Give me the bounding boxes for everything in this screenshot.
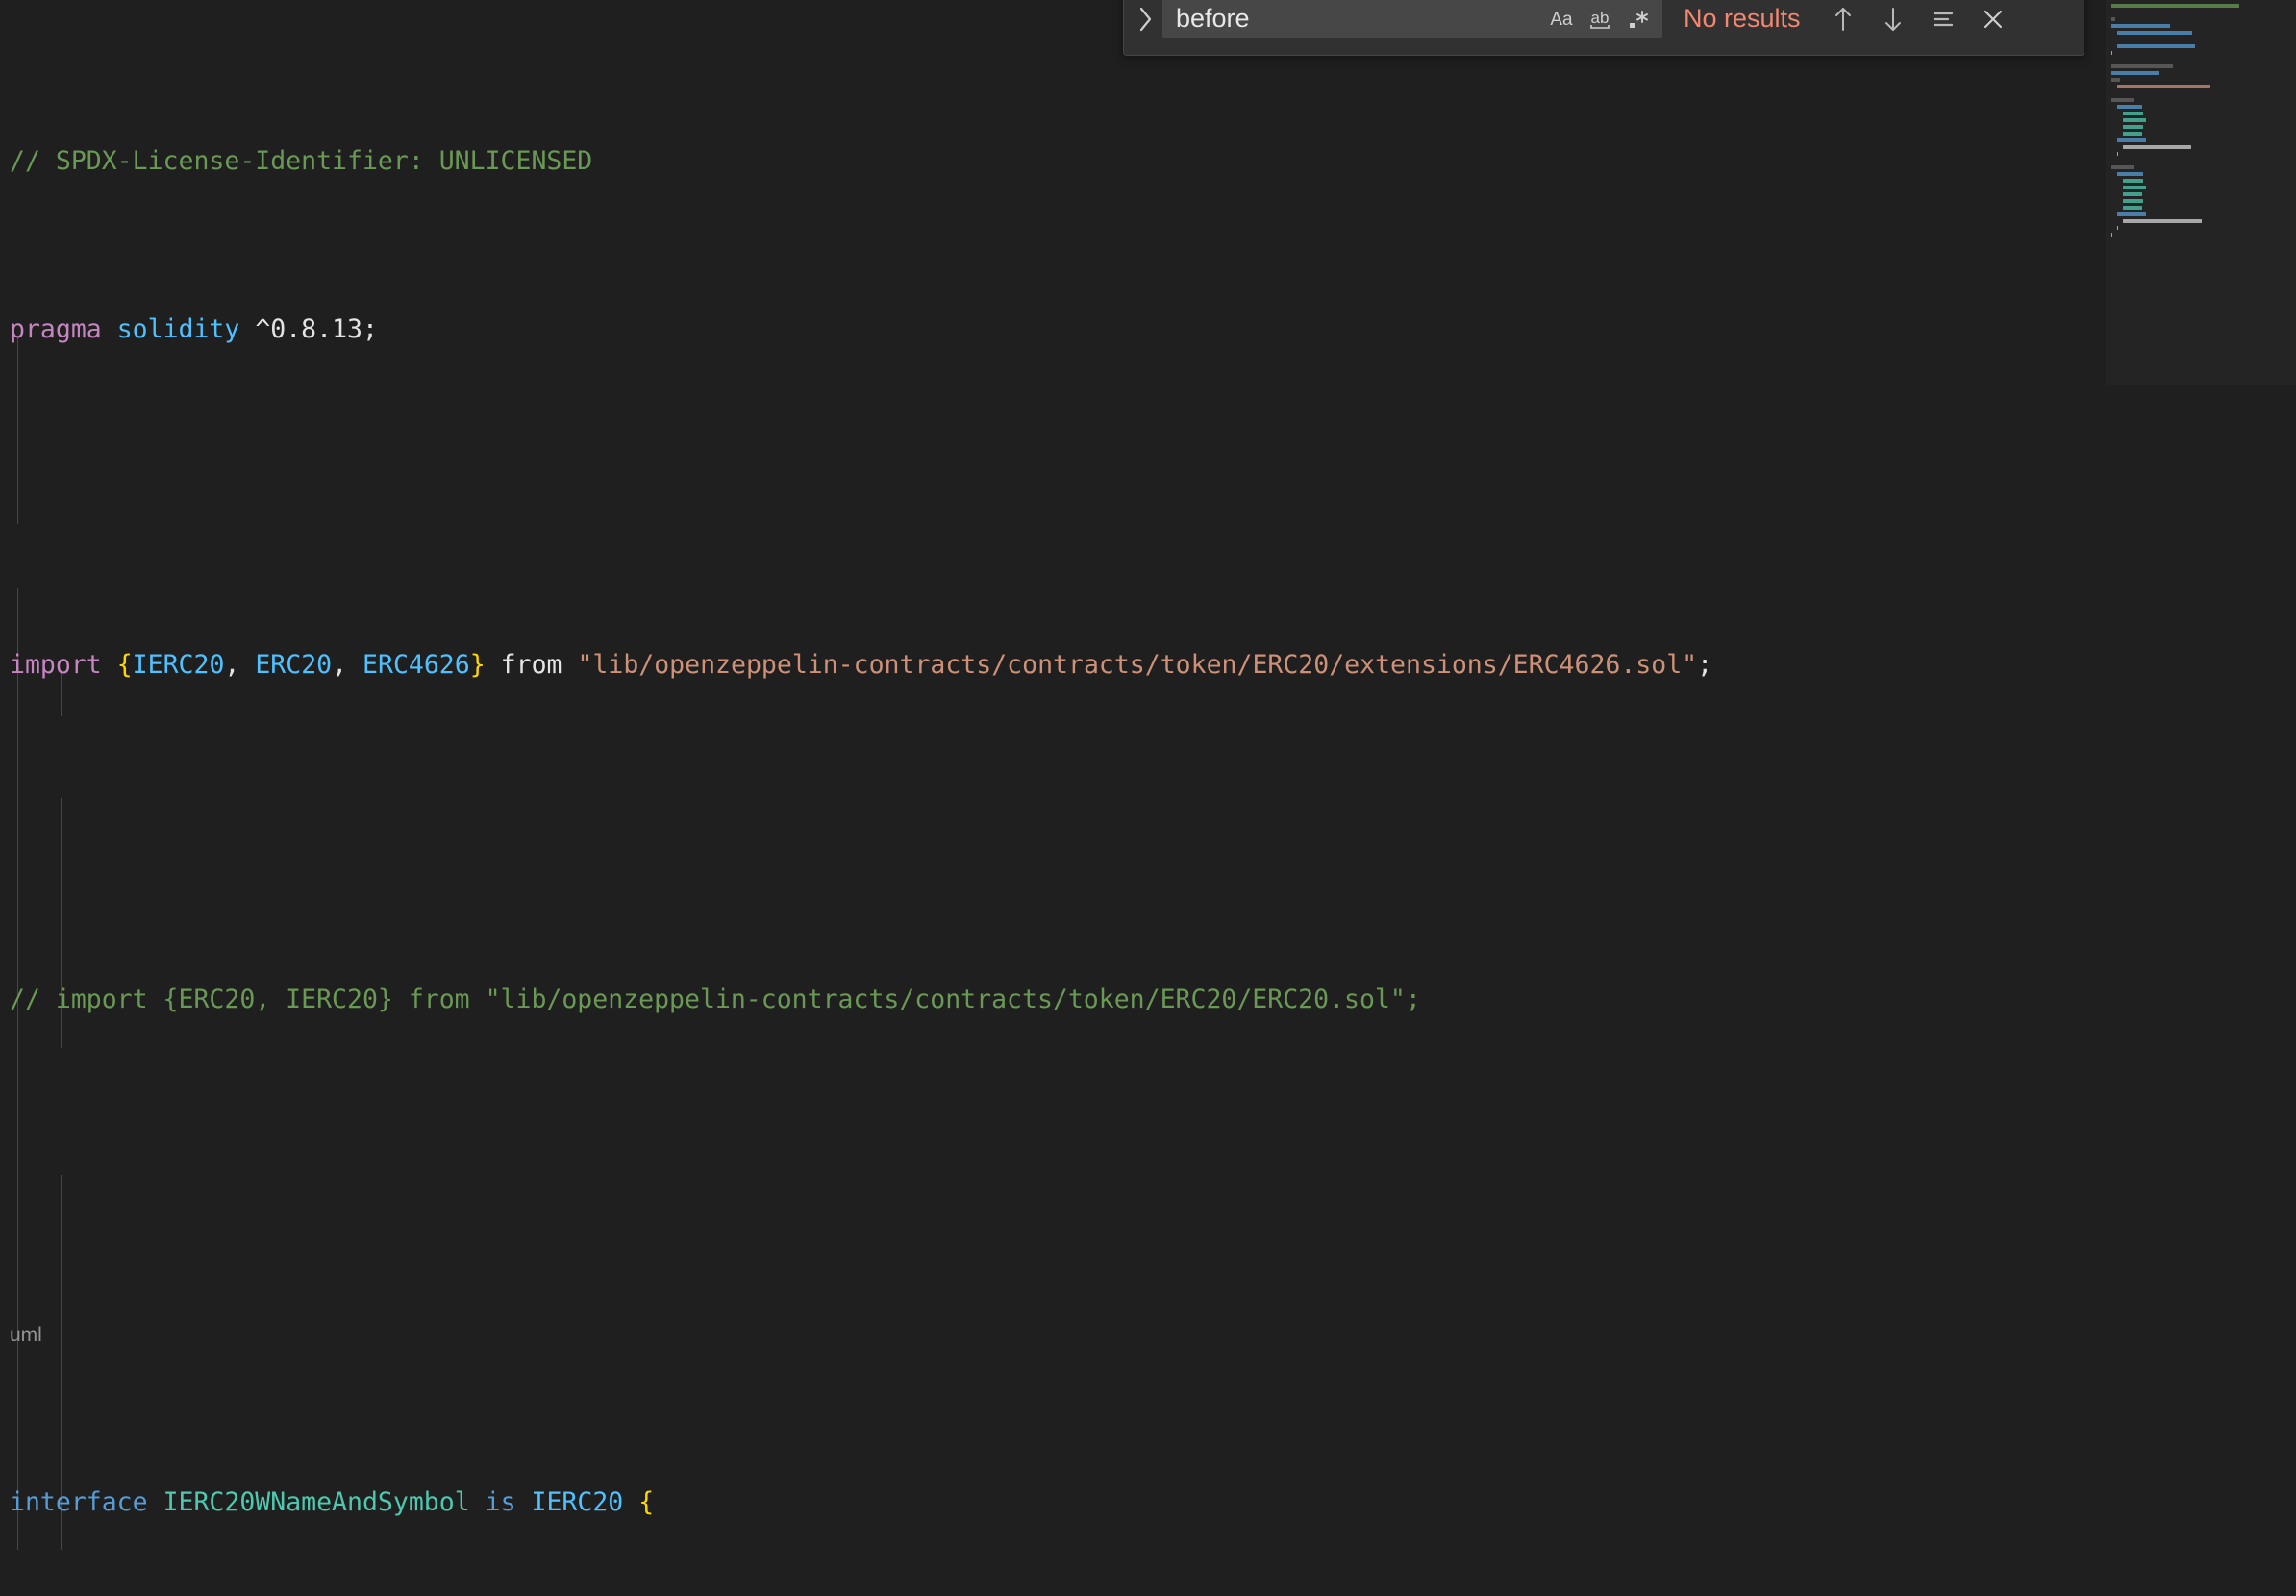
minimap[interactable] [2106,0,2296,1596]
match-case-toggle[interactable]: Aa [1543,2,1580,37]
close-find-button[interactable] [1974,0,2012,38]
minimap-segment [2111,164,2134,169]
minimap-line [2111,170,2290,177]
codelens-uml[interactable]: uml [0,1314,2115,1357]
minimap-segment [2116,151,2119,156]
minimap-segment [2116,30,2193,35]
minimap-segment [2122,124,2144,129]
minimap-segment [2111,97,2134,102]
previous-match-button[interactable] [1824,0,1862,38]
code-line: // SPDX-License-Identifier: UNLICENSED [10,146,593,177]
svg-text:ab: ab [1591,9,1610,27]
minimap-line [2111,83,2290,89]
minimap-segment [2122,117,2147,122]
minimap-line [2111,231,2290,237]
minimap-segment [2122,198,2144,203]
minimap-segment [2116,104,2142,109]
minimap-segment [2116,171,2144,176]
minimap-line [2111,110,2290,116]
minimap-line [2111,42,2290,49]
minimap-line [2111,89,2290,96]
minimap-line [2111,36,2290,42]
find-results-count: No results [1684,4,1801,33]
minimap-line [2111,150,2290,157]
minimap-line [2111,197,2290,204]
minimap-segment [2116,212,2147,216]
minimap-line [2111,204,2290,211]
find-in-selection-button[interactable] [1924,0,1962,38]
minimap-line [2111,76,2290,83]
minimap-line [2111,211,2290,217]
minimap-segment [2116,43,2195,48]
minimap-line [2111,177,2290,184]
minimap-line [2111,190,2290,197]
minimap-content [2111,2,2290,237]
code-editor-area[interactable]: // SPDX-License-Identifier: UNLICENSED p… [0,0,2115,1596]
minimap-line [2111,22,2290,29]
minimap-line [2111,69,2290,76]
minimap-segment [2111,23,2170,28]
find-input[interactable] [1176,0,1543,38]
minimap-segment [2111,3,2240,8]
minimap-segment [2111,232,2113,237]
minimap-line [2111,130,2290,137]
find-widget[interactable]: Aa ab [1123,0,2084,56]
minimap-segment [2122,191,2142,196]
minimap-segment [2116,225,2119,230]
minimap-segment [2111,50,2113,55]
minimap-line [2111,116,2290,123]
minimap-segment [2122,131,2142,136]
minimap-segment [2116,137,2147,142]
minimap-line [2111,217,2290,224]
minimap-segment [2111,70,2159,75]
code-line: // import {ERC20, IERC20} from "lib/open… [10,985,1421,1015]
editor-window: // SPDX-License-Identifier: UNLICENSED p… [0,0,2296,1596]
minimap-segment [2111,77,2120,82]
toggle-replace-button[interactable] [1130,0,1162,44]
minimap-line [2111,9,2290,15]
minimap-segment [2122,144,2191,149]
minimap-line [2111,143,2290,150]
minimap-segment [2122,205,2142,210]
minimap-line [2111,15,2290,22]
minimap-line [2111,62,2290,69]
use-regex-toggle[interactable] [1620,2,1657,37]
minimap-line [2111,184,2290,190]
code-line: interface IERC20WNameAndSymbol is IERC20… [10,1487,655,1518]
minimap-segment [2122,178,2144,183]
minimap-segment [2111,63,2173,68]
minimap-line [2111,224,2290,231]
next-match-button[interactable] [1874,0,1912,38]
find-input-wrapper[interactable]: Aa ab [1162,0,1662,38]
match-whole-word-toggle[interactable]: ab [1582,2,1618,37]
minimap-segment [2122,185,2147,189]
svg-text:Aa: Aa [1550,10,1573,30]
minimap-line [2111,96,2290,103]
minimap-line [2111,123,2290,130]
minimap-line [2111,137,2290,143]
minimap-line [2111,163,2290,170]
minimap-line [2111,49,2290,56]
minimap-segment [2122,111,2144,115]
code-line: pragma solidity ^0.8.13; [10,313,378,344]
minimap-line [2111,56,2290,62]
minimap-line [2111,157,2290,163]
minimap-segment [2116,84,2210,88]
find-actions [1824,0,2012,38]
minimap-segment [2111,16,2116,21]
minimap-line [2111,2,2290,9]
find-option-toggles: Aa ab [1543,2,1657,37]
minimap-segment [2122,218,2203,223]
minimap-line [2111,29,2290,36]
code-content: // SPDX-License-Identifier: UNLICENSED p… [0,0,2115,1596]
minimap-line [2111,103,2290,110]
code-line: import {IERC20, ERC20, ERC4626} from "li… [10,649,1713,680]
